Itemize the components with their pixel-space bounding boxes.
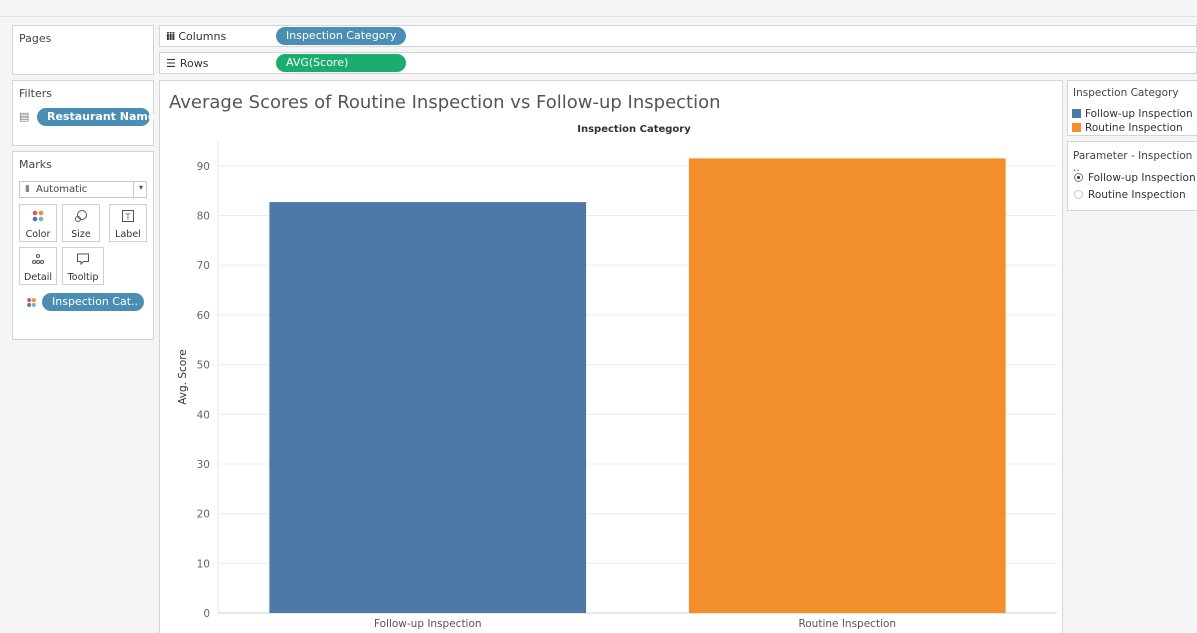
parameter-option-routine[interactable]: Routine Inspection bbox=[1074, 189, 1186, 201]
columns-label: iii Columns bbox=[166, 30, 227, 43]
toolbar-strip bbox=[0, 0, 1197, 17]
bar-follow-up-inspection[interactable] bbox=[269, 202, 587, 613]
y-tick-label: 30 bbox=[197, 459, 210, 471]
marks-color-label: Color bbox=[25, 229, 51, 240]
legend-item-routine[interactable]: Routine Inspection bbox=[1072, 122, 1183, 134]
rows-shelf[interactable]: ☰ Rows AVG(Score) bbox=[159, 52, 1197, 74]
legend-swatch-routine bbox=[1072, 123, 1081, 132]
size-icon bbox=[63, 209, 99, 227]
radio-unselected-icon bbox=[1074, 190, 1083, 199]
y-tick-label: 0 bbox=[203, 608, 210, 620]
y-axis-title: Avg. Score bbox=[177, 349, 189, 405]
y-tick-label: 60 bbox=[197, 310, 210, 322]
bar-chart-icon: ▮ bbox=[25, 184, 30, 194]
marks-detail-label: Detail bbox=[24, 272, 52, 283]
y-tick-label: 10 bbox=[197, 558, 210, 570]
marks-tooltip-button[interactable]: Tooltip bbox=[62, 247, 104, 285]
marks-title: Marks bbox=[19, 158, 52, 171]
chart-title: Average Scores of Routine Inspection vs … bbox=[169, 92, 721, 113]
bar-routine-inspection[interactable] bbox=[688, 158, 1006, 613]
marks-color-button[interactable]: Color bbox=[19, 204, 57, 242]
text-label-icon: T bbox=[110, 209, 146, 227]
y-tick-label: 90 bbox=[197, 161, 210, 173]
parameter-option-follow-up[interactable]: Follow-up Inspection bbox=[1074, 172, 1196, 184]
color-legend: Inspection Category Follow-up Inspection… bbox=[1067, 80, 1197, 136]
y-tick-label: 40 bbox=[197, 409, 210, 421]
chevron-down-icon: ▾ bbox=[138, 183, 143, 192]
mark-type-dropdown[interactable]: ▮ Automatic ▾ bbox=[19, 181, 147, 198]
y-axis-ticks: 0 10 20 30 40 50 60 70 80 90 bbox=[197, 161, 210, 620]
radio-selected-icon bbox=[1074, 173, 1083, 182]
columns-icon: iii bbox=[166, 30, 175, 43]
x-tick-label: Routine Inspection bbox=[798, 618, 896, 630]
y-tick-label: 50 bbox=[197, 360, 210, 372]
column-header-title: Inspection Category bbox=[577, 124, 691, 135]
chart-view: Average Scores of Routine Inspection vs … bbox=[159, 80, 1063, 633]
y-tick-label: 70 bbox=[197, 260, 210, 272]
parameter-control: Parameter - Inspection .. Follow-up Insp… bbox=[1067, 141, 1197, 211]
marks-pill-inspection-category[interactable]: Inspection Cat.. bbox=[42, 293, 144, 311]
parameter-title: Parameter - Inspection .. bbox=[1073, 150, 1193, 174]
color-dots-icon bbox=[20, 209, 56, 227]
legend-title: Inspection Category bbox=[1073, 87, 1179, 99]
marks-label-label: Label bbox=[115, 229, 141, 240]
y-tick-label: 80 bbox=[197, 211, 210, 223]
tooltip-icon bbox=[63, 252, 103, 270]
columns-pill-inspection-category[interactable]: Inspection Category bbox=[276, 27, 406, 45]
pages-title: Pages bbox=[19, 32, 52, 45]
marks-tooltip-label: Tooltip bbox=[67, 272, 99, 283]
rows-label: ☰ Rows bbox=[166, 57, 209, 70]
color-field-icon bbox=[26, 297, 37, 311]
detail-dots-icon bbox=[20, 252, 56, 270]
rows-icon: ☰ bbox=[166, 57, 176, 70]
y-tick-label: 20 bbox=[197, 509, 210, 521]
marks-card: Marks ▮ Automatic ▾ Color Size T Label D… bbox=[12, 151, 154, 340]
svg-text:T: T bbox=[125, 213, 131, 222]
pages-shelf[interactable]: Pages bbox=[12, 25, 154, 75]
marks-label-button[interactable]: T Label bbox=[109, 204, 147, 242]
dropdown-arrow-divider bbox=[133, 182, 134, 197]
filter-database-icon: ▤ bbox=[19, 110, 30, 123]
filters-shelf[interactable]: Filters ▤ Restaurant Name bbox=[12, 80, 155, 146]
x-tick-label: Follow-up Inspection bbox=[374, 618, 482, 630]
columns-shelf[interactable]: iii Columns Inspection Category bbox=[159, 25, 1197, 47]
filters-title: Filters bbox=[19, 87, 52, 100]
rows-pill-avg-score[interactable]: AVG(Score) bbox=[276, 54, 406, 72]
mark-type-label: Automatic bbox=[36, 184, 88, 195]
x-axis-ticks: Follow-up Inspection Routine Inspection bbox=[374, 618, 896, 630]
marks-detail-button[interactable]: Detail bbox=[19, 247, 57, 285]
legend-item-follow-up[interactable]: Follow-up Inspection bbox=[1072, 108, 1193, 120]
bars bbox=[269, 158, 1006, 613]
filter-pill-restaurant-name[interactable]: Restaurant Name bbox=[37, 108, 155, 126]
marks-size-label: Size bbox=[71, 229, 91, 240]
legend-swatch-follow-up bbox=[1072, 109, 1081, 118]
bar-chart: Average Scores of Routine Inspection vs … bbox=[169, 92, 1057, 630]
marks-size-button[interactable]: Size bbox=[62, 204, 100, 242]
